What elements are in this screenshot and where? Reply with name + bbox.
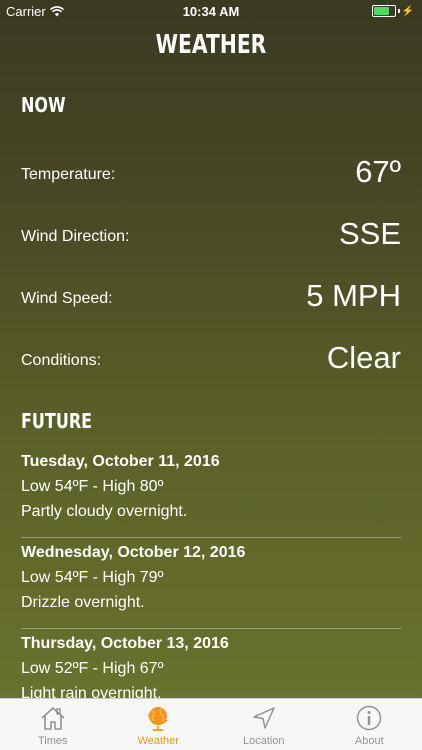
wind-speed-label: Wind Speed:: [21, 290, 113, 307]
forecast-temps: Low 52ºF - High 67º: [21, 660, 164, 677]
status-time: 10:34 AM: [182, 4, 240, 19]
conditions-value: Clear: [326, 340, 401, 375]
tab-bar: Times Weather Location About: [0, 698, 422, 750]
wind-speed-value: 5 MPH: [306, 278, 401, 313]
future-heading: FUTURE: [21, 409, 93, 433]
tab-about[interactable]: About: [317, 699, 422, 750]
tab-label: About: [354, 735, 384, 747]
forecast-date: Tuesday, October 11, 2016: [21, 453, 220, 470]
conditions-row: Conditions: Clear: [21, 336, 401, 376]
page-title: WEATHER: [155, 30, 267, 60]
status-bar: Carrier 10:34 AM ⚡: [0, 0, 422, 22]
wind-direction-row: Wind Direction: SSE: [21, 212, 401, 252]
tab-times[interactable]: Times: [0, 699, 106, 750]
forecast-item: Tuesday, October 11, 2016 Low 54ºF - Hig…: [21, 450, 401, 524]
wind-speed-row: Wind Speed: 5 MPH: [21, 274, 401, 314]
forecast-date: Wednesday, October 12, 2016: [21, 544, 246, 561]
tab-label: Times: [37, 735, 68, 747]
forecast-description: Partly cloudy overnight.: [21, 503, 188, 520]
charging-bolt-icon: ⚡: [401, 5, 414, 17]
forecast-description: Drizzle overnight.: [21, 594, 145, 611]
now-heading: NOW: [21, 93, 66, 117]
location-arrow-icon: [253, 707, 275, 729]
tab-weather[interactable]: Weather: [106, 699, 212, 750]
divider: [21, 628, 401, 629]
wind-direction-label: Wind Direction:: [21, 228, 130, 245]
temperature-label: Temperature:: [21, 166, 116, 183]
forecast-item: Wednesday, October 12, 2016 Low 54ºF - H…: [21, 541, 401, 615]
forecast-temps: Low 54ºF - High 80º: [21, 478, 164, 495]
home-icon: [41, 707, 65, 730]
tab-label: Location: [242, 735, 285, 747]
tab-label: Weather: [137, 735, 179, 747]
forecast-date: Thursday, October 13, 2016: [21, 635, 229, 652]
forecast-temps: Low 54ºF - High 79º: [21, 569, 164, 586]
divider: [21, 537, 401, 538]
tab-location[interactable]: Location: [211, 699, 317, 750]
temperature-row: Temperature: 67º: [21, 150, 401, 190]
wind-direction-value: SSE: [338, 216, 401, 251]
battery-icon: ⚡: [371, 5, 414, 17]
globe-icon: [148, 707, 168, 731]
info-icon: [357, 705, 382, 731]
conditions-label: Conditions:: [21, 352, 102, 369]
temperature-value: 67º: [355, 154, 401, 189]
forecast-item: Thursday, October 13, 2016 Low 52ºF - Hi…: [21, 632, 401, 706]
